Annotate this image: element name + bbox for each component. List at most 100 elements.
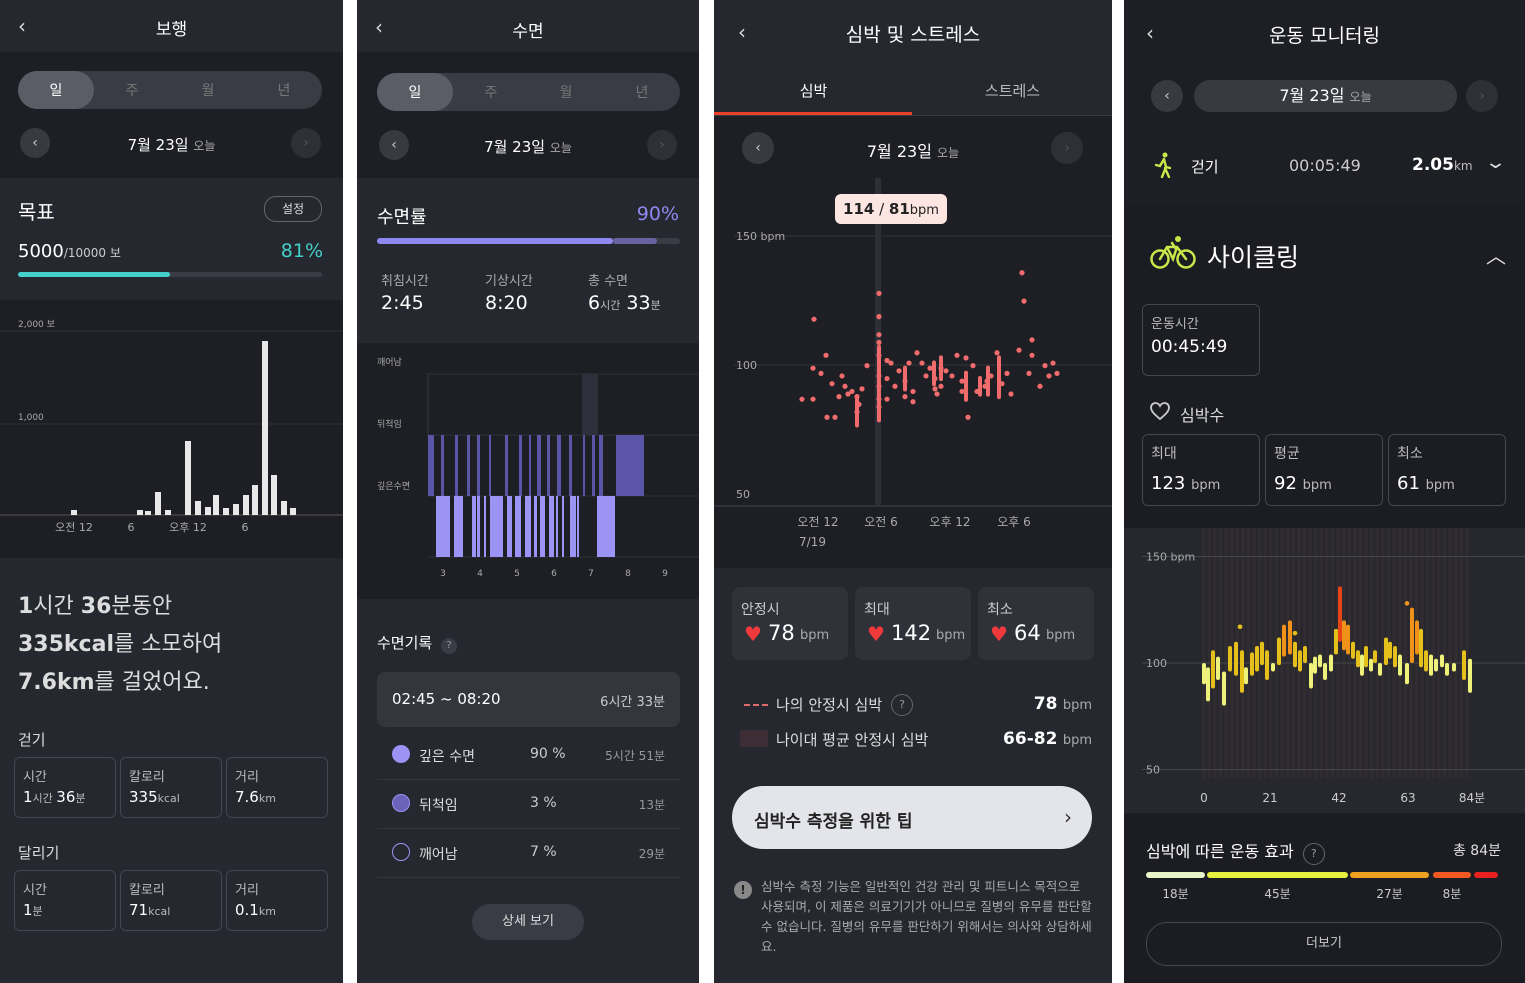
unit: km — [258, 792, 276, 805]
walking-stat-label: 칼로리 — [129, 770, 165, 785]
heart-rate-point — [836, 394, 842, 400]
next-date-button[interactable]: › — [1466, 80, 1498, 112]
heart-rate-point — [1008, 391, 1014, 397]
heart-icon: ♥ — [990, 622, 1008, 646]
chevron-up-icon[interactable]: ︿ — [1486, 240, 1506, 269]
y-tick-label: 50 — [1146, 764, 1160, 777]
heart-rate-point — [927, 365, 933, 371]
y-tick-label: 1,000 — [18, 413, 44, 423]
running-stat-value: 1분 — [23, 901, 43, 919]
heart-rate-point — [1037, 383, 1043, 389]
heart-stat-card: 최대 ♥ 142 bpm — [855, 587, 971, 660]
x-tick-label: 오후 6 — [997, 515, 1031, 529]
light-sleep-segment — [428, 435, 434, 496]
step-bar — [243, 495, 249, 515]
tab-month[interactable]: 월 — [528, 73, 604, 111]
next-date-button[interactable]: › — [291, 128, 321, 158]
x-tick-label: 6 — [128, 521, 135, 534]
summary-line-3: 7.6km를 걸었어요. — [18, 670, 210, 695]
stat-value: 123 bpm — [1151, 473, 1220, 494]
zone-minutes: 45분 — [1264, 887, 1291, 901]
running-stat-value: 0.1km — [235, 901, 276, 919]
period-tabs: 일 주 월 년 — [18, 71, 322, 109]
walking-stat-value: 335kcal — [129, 788, 180, 806]
summary-line-2: 335kcal를 소모하여 — [18, 632, 223, 657]
heart-tooltip: 114 / 81bpm — [835, 194, 947, 224]
tab-year[interactable]: 년 — [604, 73, 680, 111]
x-tick-label: 6 — [551, 569, 557, 579]
heart-rate-bar — [1393, 645, 1397, 668]
date-pill[interactable]: 7월 23일 오늘 — [1194, 80, 1457, 112]
tab-heart-rate[interactable]: 심박 — [714, 80, 913, 101]
tab-year[interactable]: 년 — [246, 71, 322, 109]
running-stat-box: 거리 0.1km — [226, 870, 328, 931]
info-icon[interactable]: ? — [891, 694, 913, 716]
heart-rate-bar — [1309, 663, 1313, 689]
next-date-button[interactable]: › — [1051, 132, 1083, 164]
steps-chart: 2,000 보 1,000 오전 12 6 오후 12 6 — [0, 319, 343, 534]
heart-rate-point — [970, 363, 976, 369]
deep-sleep-segment — [484, 496, 486, 557]
tab-week[interactable]: 주 — [94, 71, 170, 109]
x-tick-label: 3 — [440, 569, 446, 579]
heart-panel: ‹ 심박 및 스트레스 심박 스트레스 ‹ 7월 23일 오늘 › 150 bp… — [714, 0, 1112, 983]
heart-rate-range — [986, 365, 990, 397]
heart-rate-stat-box: 평균 92 bpm — [1265, 434, 1383, 506]
chevron-down-icon[interactable]: ⌄ — [1484, 152, 1507, 173]
x-tick-label: 오전 6 — [864, 515, 898, 529]
heart-rate-point — [842, 383, 848, 389]
value: 71 — [129, 901, 149, 919]
x-tick-label: 21 — [1262, 791, 1277, 805]
value: 123 — [1151, 473, 1186, 494]
heart-rate-point — [1237, 624, 1243, 630]
setting-button[interactable]: 설정 — [264, 196, 322, 222]
prev-date-button[interactable]: ‹ — [1151, 80, 1183, 112]
zone-background-column — [1207, 528, 1212, 778]
tab-month[interactable]: 월 — [170, 71, 246, 109]
stage-name: 깊은 수면 — [419, 749, 475, 765]
next-date-button[interactable]: › — [647, 130, 677, 160]
stage-label: 깨어남 — [377, 356, 402, 368]
disclaimer: 심박수 측정 기능은 일반적인 건강 관리 및 피트니스 목적으로 사용되며, … — [761, 879, 1092, 954]
light-sleep-segment — [569, 435, 572, 496]
deep-sleep-segment — [556, 496, 558, 557]
heart-rate-point — [799, 396, 805, 402]
help-icon[interactable]: ? — [1302, 843, 1325, 865]
light-sleep-segment — [519, 435, 522, 496]
x-tick-label: 9 — [662, 569, 668, 579]
deep-sleep-segment — [472, 496, 476, 557]
tip-button[interactable]: 심박수 측정을 위한 팁 › — [732, 786, 1092, 849]
heart-rate-point — [902, 394, 908, 400]
tab-week[interactable]: 주 — [453, 73, 529, 111]
goal-label: 목표 — [18, 200, 55, 224]
sleep-rate-label: 수면률 — [377, 207, 427, 228]
zone-segment — [1433, 872, 1471, 878]
heart-rate-bar — [1244, 667, 1248, 685]
heart-rate-point — [824, 414, 830, 420]
x-tick-label: 4 — [477, 569, 483, 579]
walking-stat-value: 1시간 36분 — [23, 788, 86, 806]
deep-sleep-segment — [573, 496, 576, 557]
heart-rate-bar — [1240, 650, 1244, 693]
page-title: 수면 — [512, 22, 544, 42]
light-sleep-segment — [557, 435, 561, 496]
step-bar — [213, 495, 219, 515]
value: 36 — [56, 788, 76, 806]
heart-rate-point — [864, 363, 870, 369]
heart-rate-point — [876, 290, 882, 296]
stage-duration: 29분 — [638, 847, 665, 861]
x-tick-label: 오전 12 — [797, 515, 838, 529]
tab-day[interactable]: 일 — [18, 71, 94, 109]
heart-rate-bar — [1334, 628, 1338, 655]
more-button[interactable]: 더보기 — [1146, 922, 1502, 966]
detail-button[interactable]: 상세 보기 — [472, 904, 584, 940]
tab-stress[interactable]: 스트레스 — [913, 80, 1112, 101]
heart-rate-bar — [1260, 641, 1264, 666]
heart-rate-point — [1029, 337, 1035, 343]
heart-rate-bar — [1216, 656, 1220, 681]
help-icon[interactable]: ? — [440, 638, 457, 654]
heart-rate-point — [818, 370, 824, 376]
light-sleep-segment — [441, 435, 444, 496]
zone-minutes: 8분 — [1442, 887, 1462, 901]
tab-day[interactable]: 일 — [377, 73, 453, 111]
